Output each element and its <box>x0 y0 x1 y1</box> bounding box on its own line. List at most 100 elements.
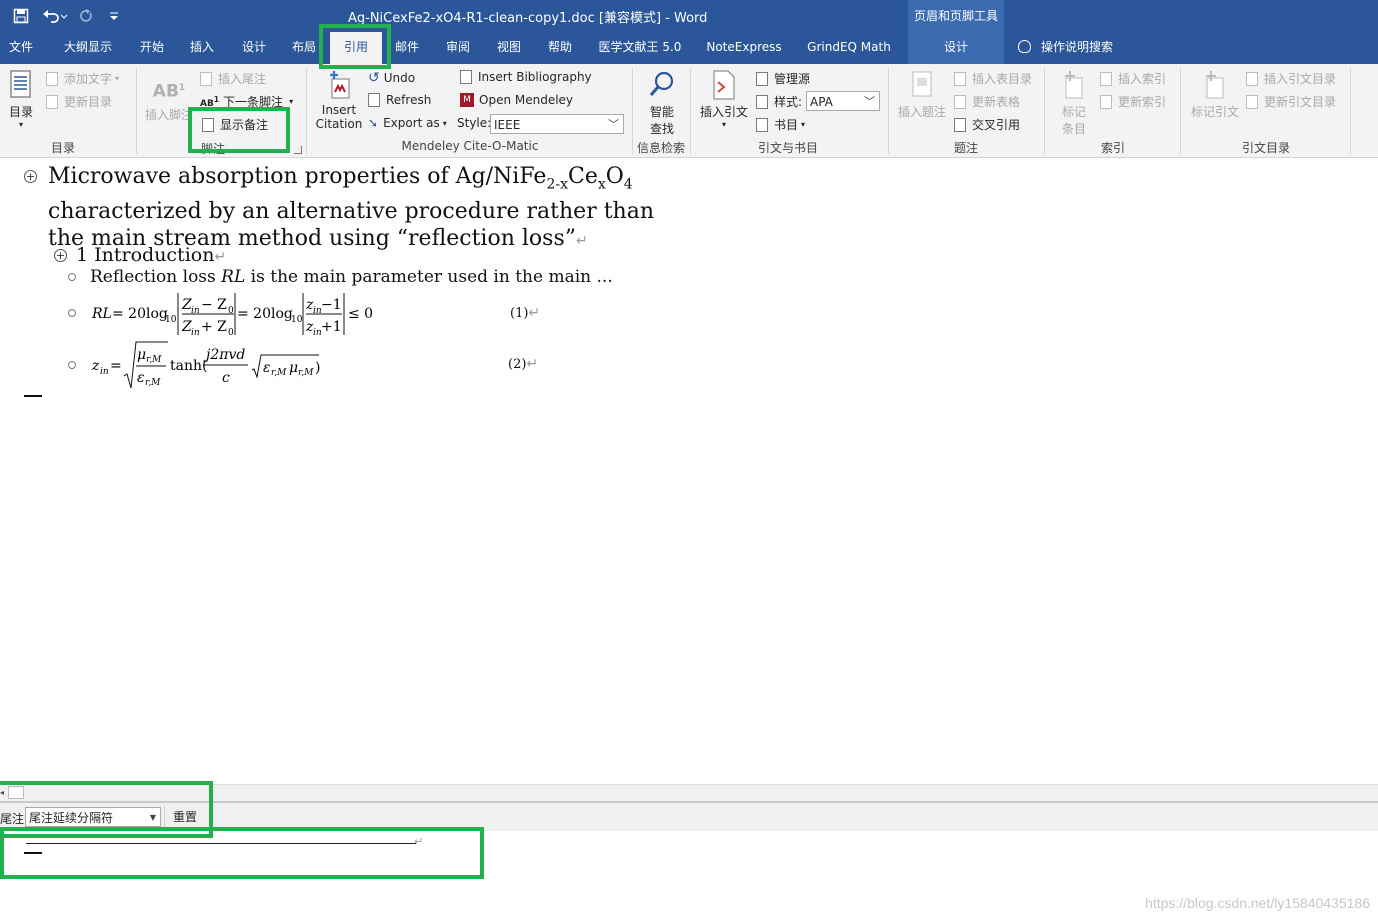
tab-home[interactable]: 开始 <box>130 32 174 64</box>
outline-bullet-icon <box>68 309 76 317</box>
continuation-separator-line <box>26 843 416 844</box>
mendeley-undo-button[interactable]: ↺ Undo <box>368 70 415 86</box>
chevron-down-icon: ▾ <box>115 74 120 83</box>
insert-citation-mendeley-button[interactable]: Insert Citation <box>314 70 364 131</box>
mark-entry-label-1: 标记 <box>1061 105 1086 119</box>
ribbon-tabs: 文件 大纲显示 开始 插入 设计 布局 引用 邮件 审阅 视图 帮助 医学文献王… <box>0 32 1378 65</box>
insert-endnote-label: 插入尾注 <box>218 72 267 86</box>
reset-button[interactable]: 重置 <box>164 806 205 828</box>
tab-layout[interactable]: 布局 <box>282 32 326 64</box>
mendeley-style-select[interactable]: IEEE ﹀ <box>490 114 624 134</box>
toc-button[interactable]: 目录 ▾ <box>4 70 38 129</box>
tab-grindeq-math[interactable]: GrindEQ Math <box>800 32 898 64</box>
group-divider <box>136 68 137 154</box>
next-footnote-button[interactable]: AB1 下一条脚注 ▾ <box>200 93 293 110</box>
group-divider <box>888 68 889 154</box>
add-text-button[interactable]: 添加文字 ▾ <box>46 70 119 87</box>
refresh-icon <box>368 93 380 107</box>
citation-style-select[interactable]: APA ﹀ <box>806 91 880 111</box>
insert-toa-button[interactable]: 插入引文目录 <box>1246 70 1336 87</box>
equation-number-2: (2)↵ <box>508 356 539 372</box>
insert-caption-button[interactable]: 插入题注 <box>896 70 948 120</box>
insert-table-of-figures-button[interactable]: 插入表目录 <box>954 70 1032 87</box>
svg-text:tanh(: tanh( <box>170 358 207 374</box>
manage-sources-button[interactable]: 管理源 <box>756 70 810 87</box>
smart-lookup-button[interactable]: 智能 查找 <box>640 70 684 137</box>
group-divider <box>1044 68 1045 154</box>
group-divider <box>690 68 691 154</box>
update-index-icon <box>1100 94 1112 109</box>
mendeley-export-button[interactable]: ➘ Export as ▾ <box>368 116 447 130</box>
svg-text:μ: μ <box>289 360 298 376</box>
equation-1[interactable]: RL = 20log 10 Z in − Z 0 Z in + Z 0 = 20… <box>90 290 390 341</box>
update-toa-label: 更新引文目录 <box>1264 95 1337 109</box>
equation-2[interactable]: z in = μ r,M ε r,M tanh( j2πvd c ε r,M μ… <box>90 340 340 395</box>
tab-medical-literature[interactable]: 医学文献王 5.0 <box>592 32 688 64</box>
svg-text:=: = <box>110 358 122 374</box>
tell-me-search[interactable]: 操作说明搜索 <box>1018 32 1113 64</box>
insert-index-icon <box>1100 71 1112 86</box>
document-title[interactable]: Microwave absorption properties of Ag/Ni… <box>48 163 654 255</box>
insert-toa-icon <box>1246 71 1258 86</box>
customize-qat-icon[interactable] <box>103 5 125 27</box>
svg-text:r,M: r,M <box>298 368 314 378</box>
update-index-button[interactable]: 更新索引 <box>1100 93 1166 110</box>
ribbon: 目录 ▾ 添加文字 ▾ 更新目录 目录 AB1 插入脚注 插入尾注 AB1 下一条脚… <box>0 64 1378 158</box>
update-toa-button[interactable]: 更新引文目录 <box>1246 93 1336 110</box>
window-title: Ag-NiCexFe2-xO4-R1-clean-copy1.doc [兼容模式… <box>348 11 708 26</box>
chevron-down-icon: ▾ <box>721 120 726 129</box>
insert-citation-button[interactable]: 插入引文 ▾ <box>698 70 750 129</box>
insert-footnote-button[interactable]: AB1 插入脚注 <box>144 78 194 123</box>
mendeley-refresh-button[interactable]: Refresh <box>368 93 431 107</box>
bibliography-button[interactable]: 书目 ▾ <box>756 116 805 133</box>
expand-collapse-icon[interactable]: + <box>54 249 67 262</box>
tab-review[interactable]: 审阅 <box>437 32 479 64</box>
section-heading[interactable]: 1 Introduction↵ <box>76 244 226 266</box>
body-paragraph[interactable]: Reflection loss RL is the main parameter… <box>90 267 613 287</box>
scroll-left-icon[interactable]: ◂ <box>0 786 8 799</box>
open-mendeley-button[interactable]: M Open Mendeley <box>460 93 573 107</box>
insert-footnote-label: 插入脚注 <box>144 107 193 122</box>
insert-index-button[interactable]: 插入索引 <box>1100 70 1166 87</box>
undo-icon[interactable] <box>40 5 70 27</box>
mark-citation-label: 标记引文 <box>1190 105 1239 119</box>
bibliography-label: 书目 <box>774 118 799 132</box>
svg-text:z: z <box>91 358 100 374</box>
dialog-launcher-icon[interactable] <box>294 146 302 154</box>
svg-text:c: c <box>222 370 230 386</box>
tab-noteexpress[interactable]: NoteExpress <box>698 32 790 64</box>
tab-design[interactable]: 设计 <box>232 32 276 64</box>
document-area[interactable]: + Microwave absorption properties of Ag/… <box>0 158 1378 784</box>
update-table-button[interactable]: 更新表格 <box>954 93 1020 110</box>
group-label-toa: 引文目录 <box>1241 141 1290 155</box>
scroll-thumb[interactable] <box>8 786 24 799</box>
tab-file[interactable]: 文件 <box>0 32 42 64</box>
redo-icon[interactable] <box>75 5 97 27</box>
tab-mailings[interactable]: 邮件 <box>386 32 428 64</box>
horizontal-scrollbar[interactable]: ◂ <box>0 784 1378 801</box>
update-toc-button[interactable]: 更新目录 <box>46 93 112 110</box>
toc-label: 目录 <box>8 105 33 119</box>
title-bar: Ag-NiCexFe2-xO4-R1-clean-copy1.doc [兼容模式… <box>0 0 1378 32</box>
show-notes-icon <box>202 117 214 132</box>
tab-header-footer-design[interactable]: 设计 <box>908 32 1004 64</box>
show-notes-label: 显示备注 <box>220 118 269 132</box>
insert-endnote-button[interactable]: 插入尾注 <box>200 70 266 87</box>
show-notes-button[interactable]: 显示备注 <box>202 116 268 133</box>
tab-insert[interactable]: 插入 <box>180 32 224 64</box>
tab-help[interactable]: 帮助 <box>539 32 581 64</box>
equation-number-1: (1)↵ <box>510 305 541 321</box>
expand-collapse-icon[interactable]: + <box>24 170 37 183</box>
mark-entry-button[interactable]: 标记 条目 <box>1052 70 1096 137</box>
tab-outline[interactable]: 大纲显示 <box>52 32 124 64</box>
mark-citation-button[interactable]: 标记引文 <box>1188 70 1242 120</box>
group-label-research: 信息检索 <box>636 141 685 155</box>
tab-references[interactable]: 引用 <box>330 32 382 65</box>
notes-separator-select[interactable]: 尾注延续分隔符 ▼ <box>25 807 161 827</box>
cross-reference-button[interactable]: 交叉引用 <box>954 116 1020 133</box>
tab-view[interactable]: 视图 <box>488 32 530 64</box>
insert-citation-icon <box>326 70 352 100</box>
insert-bibliography-button[interactable]: Insert Bibliography <box>460 70 592 84</box>
save-icon[interactable] <box>10 5 32 27</box>
insert-citation-label: 插入引文 <box>699 105 748 119</box>
